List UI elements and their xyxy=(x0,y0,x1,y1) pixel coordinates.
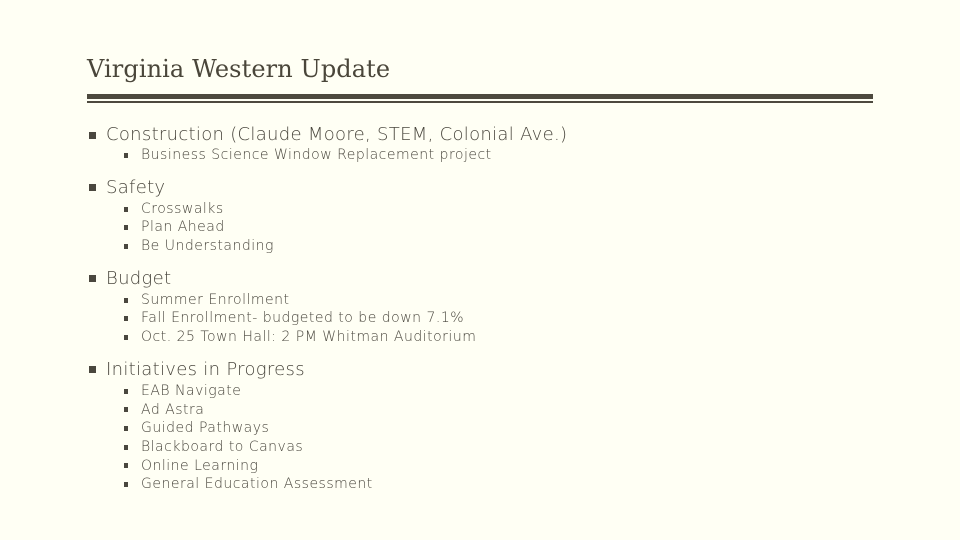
square-bullet-icon xyxy=(124,334,128,340)
list-item-text: Guided Pathways xyxy=(141,420,270,437)
list-item-text: Crosswalks xyxy=(141,200,224,217)
list-item-text: General Education Assessment xyxy=(141,476,373,493)
square-bullet-icon xyxy=(124,243,128,249)
square-bullet-icon xyxy=(124,482,128,488)
square-bullet-icon xyxy=(124,225,128,231)
title-rule-thick xyxy=(87,94,873,99)
list-item-text: Plan Ahead xyxy=(141,219,225,236)
square-bullet-icon xyxy=(89,184,96,192)
list-item: Fall Enrollment- budgeted to be down 7.1… xyxy=(124,309,567,328)
square-bullet-icon xyxy=(124,407,128,413)
list-item: Summer Enrollment xyxy=(124,291,567,310)
square-bullet-icon xyxy=(124,316,128,322)
list-item: Ad Astra xyxy=(124,401,567,420)
square-bullet-icon xyxy=(124,463,128,469)
list-item: Be Understanding xyxy=(124,237,567,256)
square-bullet-icon xyxy=(124,152,128,158)
square-bullet-icon xyxy=(89,131,96,139)
list-item-text: Ad Astra xyxy=(141,401,205,418)
list-item-text: Fall Enrollment- budgeted to be down 7.1… xyxy=(141,310,465,327)
section-heading: Budget xyxy=(106,267,172,289)
square-bullet-icon xyxy=(124,206,128,212)
section-budget: Budget Summer Enrollment Fall Enrollment… xyxy=(88,267,567,347)
square-bullet-icon xyxy=(124,388,128,394)
square-bullet-icon xyxy=(89,275,96,283)
list-item: Business Science Window Replacement proj… xyxy=(124,146,567,165)
list-item-text: EAB Navigate xyxy=(141,382,242,399)
bullet-level1: Safety xyxy=(88,176,567,200)
section-heading: Initiatives in Progress xyxy=(106,358,305,380)
list-item-text: Summer Enrollment xyxy=(141,291,290,308)
list-item-text: Blackboard to Canvas xyxy=(141,438,304,455)
square-bullet-icon xyxy=(124,297,128,303)
list-item: Plan Ahead xyxy=(124,218,567,237)
sub-bullet-list: Summer Enrollment Fall Enrollment- budge… xyxy=(124,291,567,347)
slide-title: Virginia Western Update xyxy=(87,55,391,83)
title-rule-thin xyxy=(87,101,873,103)
section-safety: Safety Crosswalks Plan Ahead Be Understa… xyxy=(88,176,567,256)
square-bullet-icon xyxy=(89,366,96,374)
list-item-text: Business Science Window Replacement proj… xyxy=(141,147,492,163)
section-initiatives: Initiatives in Progress EAB Navigate Ad … xyxy=(88,358,567,494)
list-item: General Education Assessment xyxy=(124,475,567,494)
square-bullet-icon xyxy=(124,444,128,450)
list-item: Oct. 25 Town Hall: 2 PM Whitman Auditori… xyxy=(124,328,567,347)
square-bullet-icon xyxy=(124,426,128,432)
list-item-text: Oct. 25 Town Hall: 2 PM Whitman Auditori… xyxy=(141,329,477,346)
sub-bullet-list: Business Science Window Replacement proj… xyxy=(124,146,567,165)
bullet-level1: Budget xyxy=(88,267,567,291)
list-item: EAB Navigate xyxy=(124,382,567,401)
section-construction: Construction (Claude Moore, STEM, Coloni… xyxy=(88,123,567,165)
slide-content: Construction (Claude Moore, STEM, Coloni… xyxy=(88,123,567,505)
list-item: Blackboard to Canvas xyxy=(124,438,567,457)
sub-bullet-list: EAB Navigate Ad Astra Guided Pathways Bl… xyxy=(124,382,567,494)
list-item-text: Be Understanding xyxy=(141,238,274,255)
list-item: Crosswalks xyxy=(124,200,567,219)
sub-bullet-list: Crosswalks Plan Ahead Be Understanding xyxy=(124,200,567,256)
bullet-level1: Initiatives in Progress xyxy=(88,358,567,382)
section-heading: Safety xyxy=(106,176,166,198)
list-item-text: Online Learning xyxy=(141,457,259,474)
section-heading: Construction (Claude Moore, STEM, Coloni… xyxy=(106,124,568,145)
list-item: Guided Pathways xyxy=(124,419,567,438)
bullet-level1: Construction (Claude Moore, STEM, Coloni… xyxy=(88,123,567,147)
list-item: Online Learning xyxy=(124,457,567,476)
